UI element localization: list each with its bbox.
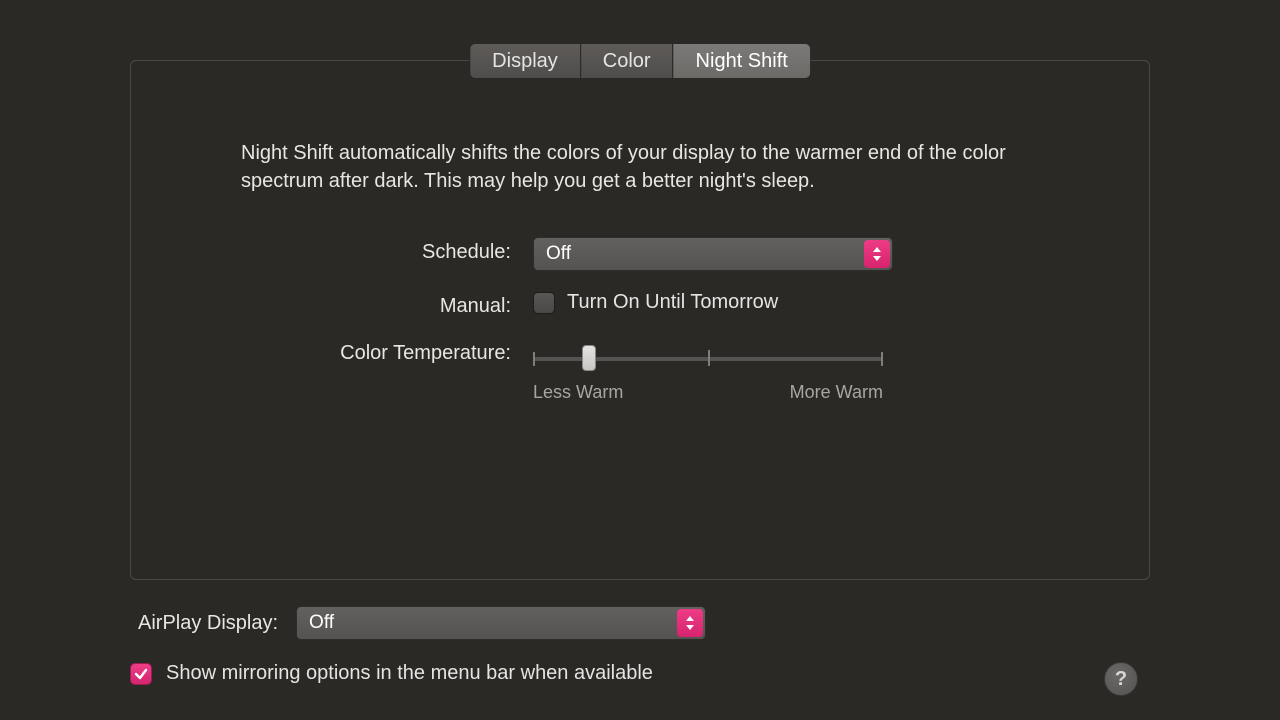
displays-preferences-window: Display Color Night Shift Night Shift au… bbox=[0, 0, 1280, 720]
updown-icon bbox=[677, 609, 703, 637]
color-temperature-slider[interactable] bbox=[533, 348, 883, 368]
tab-bar: Display Color Night Shift bbox=[469, 43, 811, 79]
manual-checkbox[interactable] bbox=[533, 292, 555, 314]
tab-night-shift[interactable]: Night Shift bbox=[674, 43, 811, 79]
mirroring-row: Show mirroring options in the menu bar w… bbox=[130, 662, 1150, 685]
tab-color[interactable]: Color bbox=[581, 43, 674, 79]
updown-icon bbox=[864, 240, 890, 268]
airplay-select[interactable]: Off bbox=[296, 606, 706, 640]
night-shift-panel: Display Color Night Shift Night Shift au… bbox=[130, 60, 1150, 580]
manual-label: Manual: bbox=[261, 291, 511, 318]
schedule-value: Off bbox=[546, 243, 571, 265]
help-button[interactable]: ? bbox=[1104, 662, 1138, 696]
manual-row: Turn On Until Tomorrow bbox=[533, 291, 893, 314]
schedule-select[interactable]: Off bbox=[533, 237, 893, 271]
slider-min-label: Less Warm bbox=[533, 382, 623, 403]
slider-max-label: More Warm bbox=[790, 382, 883, 403]
manual-checkbox-label: Turn On Until Tomorrow bbox=[567, 291, 778, 314]
mirroring-label: Show mirroring options in the menu bar w… bbox=[166, 662, 653, 685]
airplay-value: Off bbox=[309, 612, 334, 634]
mirroring-checkbox[interactable] bbox=[130, 663, 152, 685]
airplay-label: AirPlay Display: bbox=[138, 612, 278, 635]
schedule-label: Schedule: bbox=[261, 237, 511, 264]
color-temperature-control: Less Warm More Warm bbox=[533, 338, 893, 403]
slider-tick-max bbox=[881, 352, 883, 366]
slider-tick-mid bbox=[708, 350, 710, 366]
tab-display[interactable]: Display bbox=[469, 43, 581, 79]
panel-content: Night Shift automatically shifts the col… bbox=[131, 61, 1149, 403]
footer-area: AirPlay Display: Off Show mirroring opti… bbox=[130, 606, 1150, 685]
slider-labels: Less Warm More Warm bbox=[533, 382, 883, 403]
night-shift-form: Schedule: Off Manual: bbox=[261, 237, 1039, 403]
airplay-row: AirPlay Display: Off bbox=[130, 606, 1150, 640]
slider-thumb[interactable] bbox=[582, 345, 596, 371]
night-shift-description: Night Shift automatically shifts the col… bbox=[241, 139, 1039, 195]
slider-tick-min bbox=[533, 352, 535, 366]
color-temperature-label: Color Temperature: bbox=[261, 338, 511, 365]
